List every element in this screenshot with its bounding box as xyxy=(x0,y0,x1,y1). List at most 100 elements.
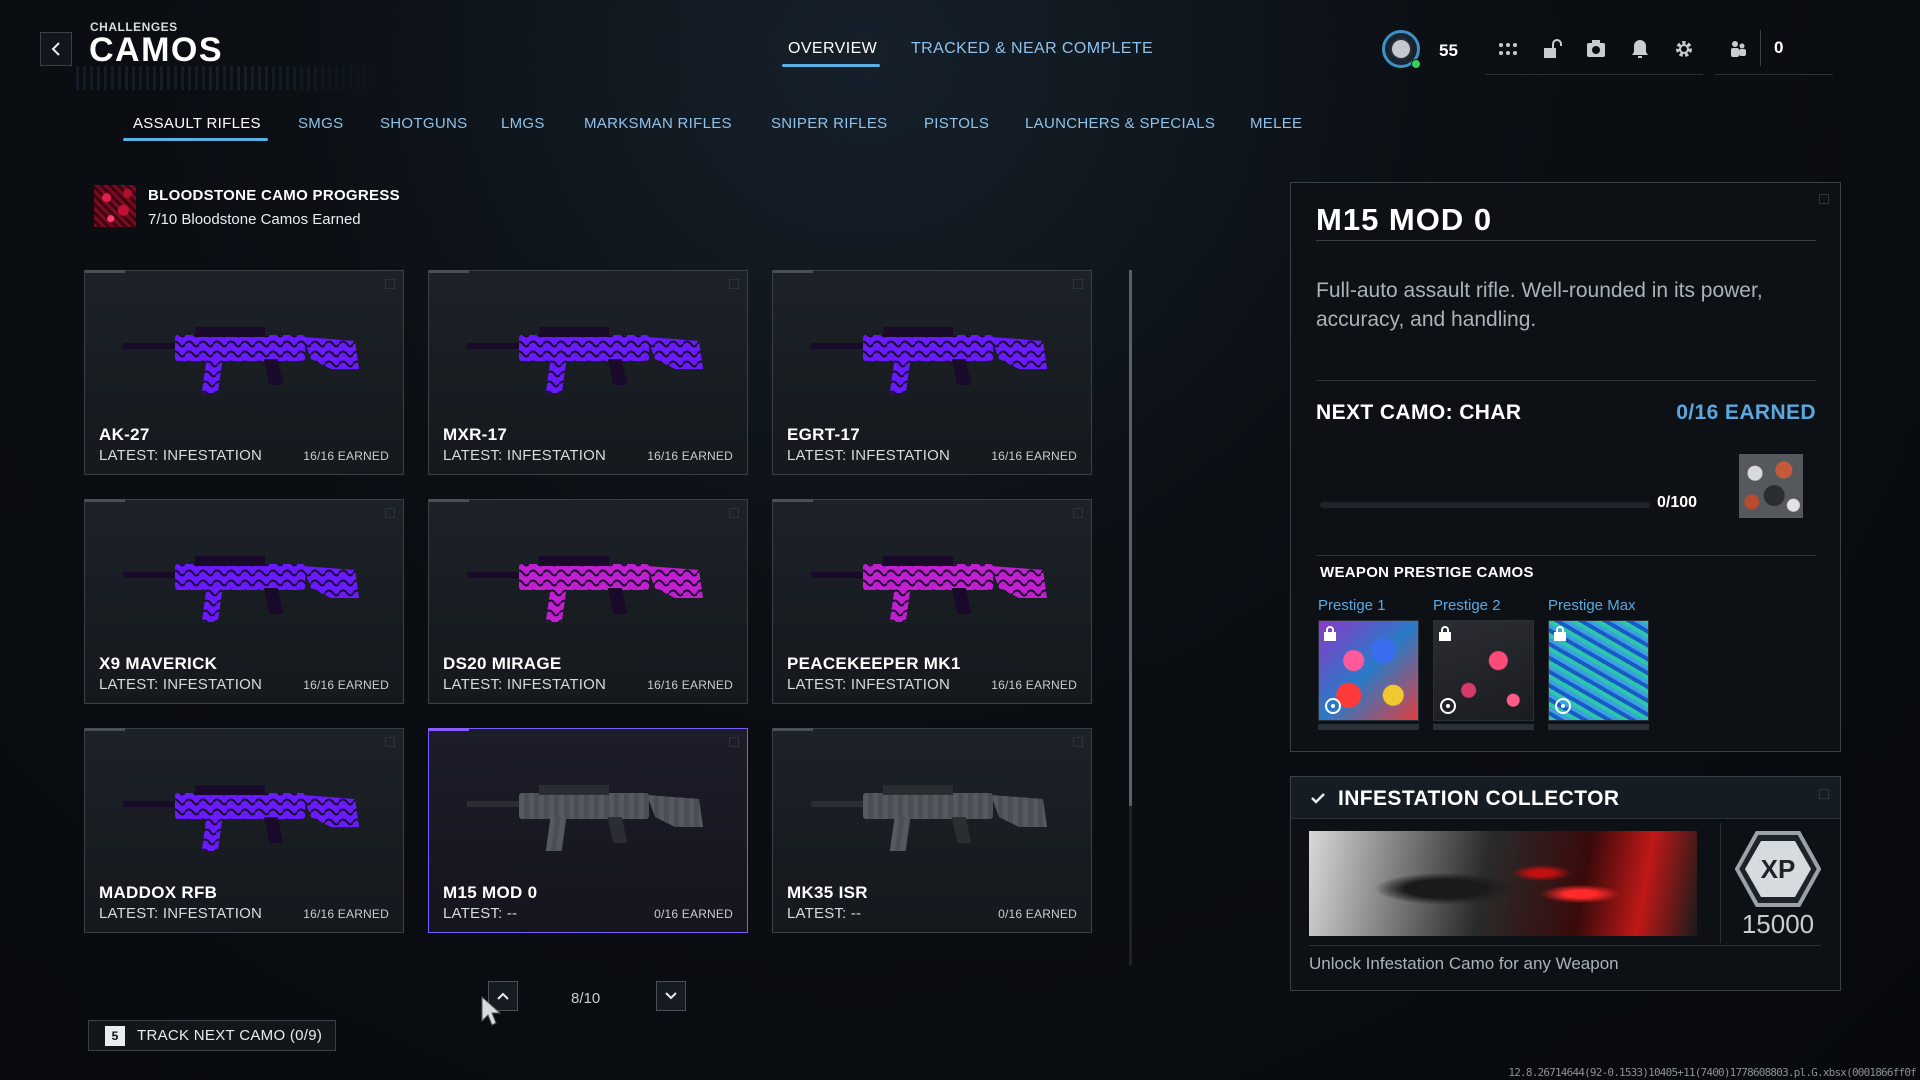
category-tab-pistols[interactable]: PISTOLS xyxy=(924,115,989,132)
prestige-max-label: Prestige Max xyxy=(1548,597,1636,614)
notification-bell-icon[interactable] xyxy=(1627,36,1653,62)
category-tab-melee[interactable]: MELEE xyxy=(1250,115,1302,132)
card-corner-marker xyxy=(385,279,395,289)
weapon-card[interactable]: PEACEKEEPER MK1 LATEST: INFESTATION 16/1… xyxy=(772,499,1092,704)
card-corner-marker xyxy=(729,508,739,518)
weapon-image xyxy=(467,785,703,851)
card-corner-marker xyxy=(1073,279,1083,289)
track-keybind: 5 xyxy=(105,1025,125,1046)
camo-progress-bar xyxy=(1320,502,1650,508)
tab-tracked-near-complete[interactable]: TRACKED & NEAR COMPLETE xyxy=(911,40,1153,58)
settings-gear-icon[interactable] xyxy=(1671,36,1697,62)
category-tab-marksman-rifles[interactable]: MARKSMAN RIFLES xyxy=(584,115,732,132)
weapon-card[interactable]: MADDOX RFB LATEST: INFESTATION 16/16 EAR… xyxy=(84,728,404,933)
weapon-earned-count: 16/16 EARNED xyxy=(991,449,1077,463)
weapon-name: MADDOX RFB xyxy=(99,883,218,902)
weapon-image xyxy=(123,327,359,393)
weapon-image xyxy=(467,327,703,393)
category-tab-lmgs[interactable]: LMGS xyxy=(501,115,545,132)
weapon-card[interactable]: MXR-17 LATEST: INFESTATION 16/16 EARNED xyxy=(428,270,748,475)
prestige-1-progress xyxy=(1318,724,1419,730)
detail-divider xyxy=(1316,240,1816,241)
weapon-image xyxy=(811,785,1047,851)
checkmark-icon xyxy=(1311,793,1325,804)
next-camo-swatch[interactable] xyxy=(1739,454,1803,518)
prestige-badge-icon xyxy=(1325,698,1341,714)
category-tab-smgs[interactable]: SMGS xyxy=(298,115,343,132)
weapon-card[interactable]: DS20 MIRAGE LATEST: INFESTATION 16/16 EA… xyxy=(428,499,748,704)
weapon-earned-count: 16/16 EARNED xyxy=(303,449,389,463)
prestige-1-label: Prestige 1 xyxy=(1318,597,1386,614)
weapon-image xyxy=(123,785,359,851)
header-divider-right xyxy=(1715,74,1833,75)
tab-overview[interactable]: OVERVIEW xyxy=(788,40,877,58)
prestige-max-camo-tile[interactable] xyxy=(1548,620,1649,721)
card-accent-tick xyxy=(773,728,813,731)
collector-divider xyxy=(1720,823,1721,943)
card-accent-tick xyxy=(773,499,813,502)
weapon-name: EGRT-17 xyxy=(787,425,860,444)
collector-description: Unlock Infestation Camo for any Weapon xyxy=(1309,954,1619,973)
lock-icon xyxy=(1554,626,1566,641)
weapon-earned-count: 16/16 EARNED xyxy=(303,907,389,921)
player-level: 55 xyxy=(1439,41,1458,60)
prestige-emblem-icon xyxy=(1390,38,1412,60)
prestige-badge-icon xyxy=(1555,698,1571,714)
weapon-earned-count: 0/16 EARNED xyxy=(998,907,1077,921)
weapon-latest-camo: LATEST: INFESTATION xyxy=(787,447,950,464)
grid-scrollbar-thumb[interactable] xyxy=(1129,270,1132,806)
lock-icon xyxy=(1439,626,1451,641)
weapon-image xyxy=(811,327,1047,393)
card-accent-tick xyxy=(773,270,813,273)
category-tab-assault-rifles[interactable]: ASSAULT RIFLES xyxy=(133,115,261,132)
party-icon[interactable] xyxy=(1725,36,1751,62)
weapon-description: Full-auto assault rifle. Well-rounded in… xyxy=(1316,279,1763,331)
camos-earned-count: 0/16 EARNED xyxy=(1676,401,1816,424)
screenshot-icon[interactable] xyxy=(1583,36,1609,62)
weapon-card[interactable]: AK-27 LATEST: INFESTATION 16/16 EARNED xyxy=(84,270,404,475)
weapon-earned-count: 16/16 EARNED xyxy=(303,678,389,692)
prestige-2-progress xyxy=(1433,724,1534,730)
detail-divider-2 xyxy=(1316,380,1816,381)
prestige-camos-title: WEAPON PRESTIGE CAMOS xyxy=(1320,564,1534,581)
unlock-icon[interactable] xyxy=(1539,36,1565,62)
camo-progress-text: 0/100 xyxy=(1657,494,1698,511)
weapon-detail-title: M15 MOD 0 xyxy=(1316,202,1493,237)
party-count: 0 xyxy=(1774,38,1784,57)
weapon-card[interactable]: X9 MAVERICK LATEST: INFESTATION 16/16 EA… xyxy=(84,499,404,704)
build-info: 12.8.26714644(92-0.1533)10405+11(7400)17… xyxy=(1508,1066,1916,1079)
bloodstone-progress-title: BLOODSTONE CAMO PROGRESS xyxy=(148,187,400,204)
weapon-card[interactable]: MK35 ISR LATEST: -- 0/16 EARNED xyxy=(772,728,1092,933)
prestige-2-camo-tile[interactable] xyxy=(1433,620,1534,721)
apps-grid-icon[interactable] xyxy=(1495,36,1521,62)
mouse-cursor-icon xyxy=(481,995,502,1026)
online-status-dot xyxy=(1411,59,1421,69)
card-accent-tick xyxy=(85,499,125,502)
back-button[interactable] xyxy=(40,32,72,66)
weapon-name: AK-27 xyxy=(99,425,150,444)
prestige-1-camo-tile[interactable] xyxy=(1318,620,1419,721)
lock-icon xyxy=(1324,626,1336,641)
card-corner-marker xyxy=(385,737,395,747)
weapon-name: MK35 ISR xyxy=(787,883,868,902)
weapon-image xyxy=(811,556,1047,622)
category-tab-shotguns[interactable]: SHOTGUNS xyxy=(380,115,467,132)
panel-corner-marker xyxy=(1819,194,1829,204)
weapon-latest-camo: LATEST: -- xyxy=(787,905,862,922)
weapon-card[interactable]: M15 MOD 0 LATEST: -- 0/16 EARNED xyxy=(428,728,748,933)
category-tab-launchers-specials[interactable]: LAUNCHERS & SPECIALS xyxy=(1025,115,1215,132)
weapon-name: X9 MAVERICK xyxy=(99,654,218,673)
weapon-earned-count: 16/16 EARNED xyxy=(647,678,733,692)
detail-divider-3 xyxy=(1316,555,1816,556)
weapon-name: DS20 MIRAGE xyxy=(443,654,562,673)
card-accent-tick xyxy=(429,728,469,731)
card-corner-marker xyxy=(1073,508,1083,518)
category-tab-underline xyxy=(123,138,268,141)
track-next-camo-button[interactable]: 5 TRACK NEXT CAMO (0/9) xyxy=(88,1020,336,1051)
page-down-button[interactable] xyxy=(656,981,686,1011)
weapon-card[interactable]: EGRT-17 LATEST: INFESTATION 16/16 EARNED xyxy=(772,270,1092,475)
card-accent-tick xyxy=(429,499,469,502)
category-tab-sniper-rifles[interactable]: SNIPER RIFLES xyxy=(771,115,887,132)
page-indicator: 8/10 xyxy=(571,990,601,1007)
weapon-latest-camo: LATEST: INFESTATION xyxy=(99,905,262,922)
